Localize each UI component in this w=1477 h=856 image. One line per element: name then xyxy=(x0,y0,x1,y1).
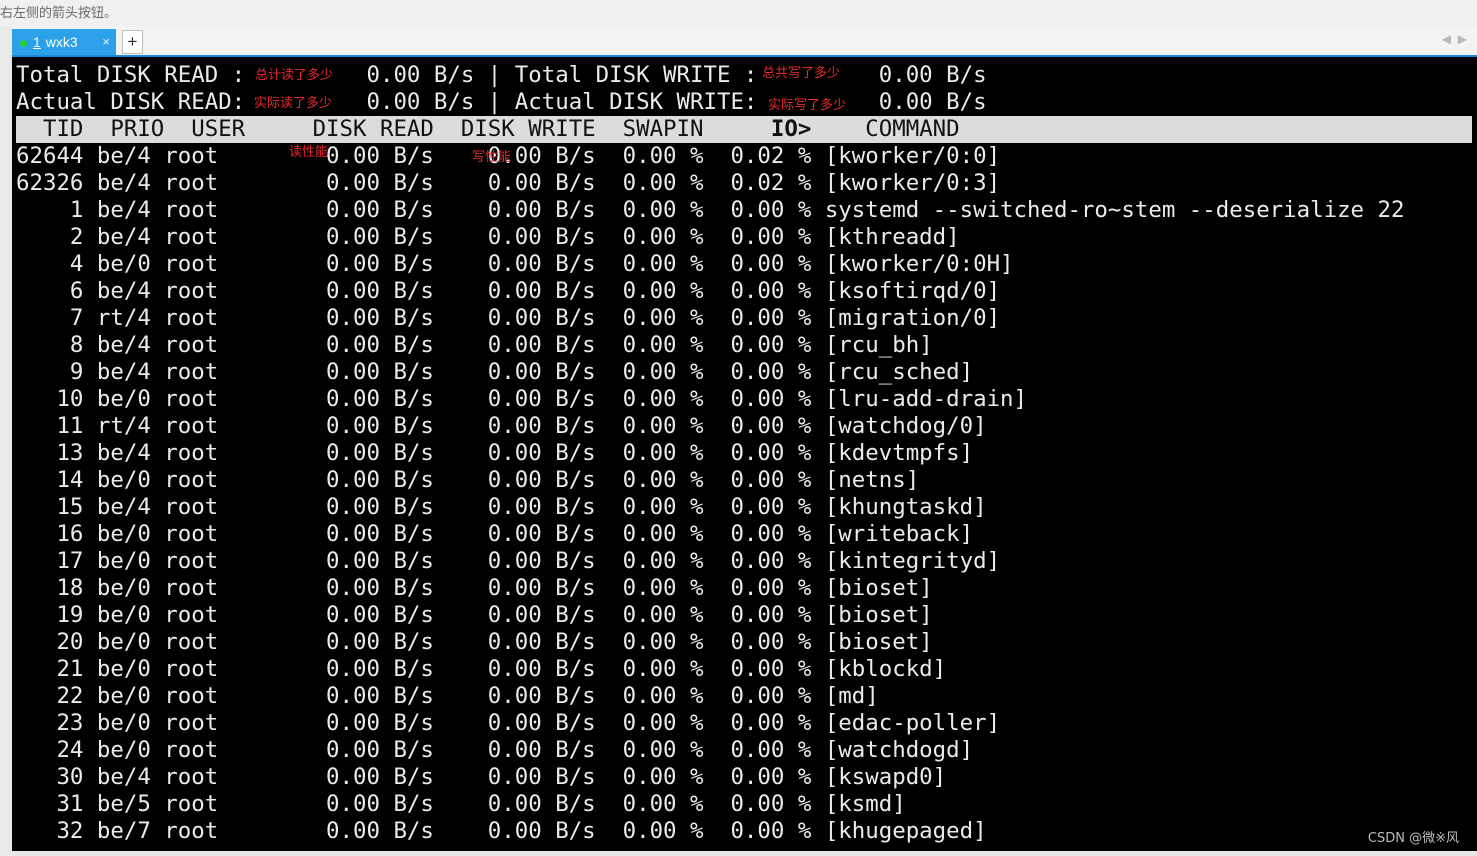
column-header-row: TID PRIO USER DISK READ DISK WRITE SWAPI… xyxy=(16,116,1472,143)
process-row: 18 be/0 root 0.00 B/s 0.00 B/s 0.00 % 0.… xyxy=(16,575,933,601)
column-header-command: COMMAND xyxy=(811,116,960,142)
process-row: 4 be/0 root 0.00 B/s 0.00 B/s 0.00 % 0.0… xyxy=(16,251,1014,277)
annotation-total-write: 总共写了多少 xyxy=(762,66,841,81)
process-row: 31 be/5 root 0.00 B/s 0.00 B/s 0.00 % 0.… xyxy=(16,791,906,817)
annotation-actual-write: 实际写了多少 xyxy=(768,98,847,113)
io-sort-column[interactable]: IO> xyxy=(771,116,811,142)
process-row: 19 be/0 root 0.00 B/s 0.00 B/s 0.00 % 0.… xyxy=(16,602,933,628)
process-row: 17 be/0 root 0.00 B/s 0.00 B/s 0.00 % 0.… xyxy=(16,548,1001,574)
scroll-tabs-left-icon[interactable]: ◀ xyxy=(1442,32,1451,46)
process-row: 10 be/0 root 0.00 B/s 0.00 B/s 0.00 % 0.… xyxy=(16,386,1028,412)
process-row: 23 be/0 root 0.00 B/s 0.00 B/s 0.00 % 0.… xyxy=(16,710,1001,736)
tab-wxk3[interactable]: 1 wxk3 × xyxy=(12,29,116,55)
process-row: 1 be/4 root 0.00 B/s 0.00 B/s 0.00 % 0.0… xyxy=(16,197,1405,223)
add-tab-button[interactable]: + xyxy=(122,30,143,54)
column-header-text: TID PRIO USER DISK READ DISK WRITE SWAPI… xyxy=(16,116,960,143)
process-row: 9 be/4 root 0.00 B/s 0.00 B/s 0.00 % 0.0… xyxy=(16,359,974,385)
process-row: 11 rt/4 root 0.00 B/s 0.00 B/s 0.00 % 0.… xyxy=(16,413,987,439)
process-row: 8 be/4 root 0.00 B/s 0.00 B/s 0.00 % 0.0… xyxy=(16,332,933,358)
tab-number: 1 xyxy=(33,34,41,50)
bottom-edge xyxy=(12,851,1477,856)
close-tab-icon[interactable]: × xyxy=(102,29,110,55)
process-row: 21 be/0 root 0.00 B/s 0.00 B/s 0.00 % 0.… xyxy=(16,656,947,682)
process-row: 6 be/4 root 0.00 B/s 0.00 B/s 0.00 % 0.0… xyxy=(16,278,1001,304)
annotation-write-perf: 写性能 xyxy=(472,150,512,165)
process-row: 14 be/0 root 0.00 B/s 0.00 B/s 0.00 % 0.… xyxy=(16,467,920,493)
process-row: 16 be/0 root 0.00 B/s 0.00 B/s 0.00 % 0.… xyxy=(16,521,974,547)
process-row: 7 rt/4 root 0.00 B/s 0.00 B/s 0.00 % 0.0… xyxy=(16,305,1001,331)
annotation-actual-read: 实际读了多少 xyxy=(254,96,333,111)
session-tab-bar: 1 wxk3 × + ◀ ▶ xyxy=(12,26,1477,57)
process-row: 20 be/0 root 0.00 B/s 0.00 B/s 0.00 % 0.… xyxy=(16,629,933,655)
annotation-total-read: 总计读了多少 xyxy=(255,68,334,83)
scroll-tabs-right-icon[interactable]: ▶ xyxy=(1458,32,1467,46)
process-row: 32 be/7 root 0.00 B/s 0.00 B/s 0.00 % 0.… xyxy=(16,818,987,844)
process-row: 30 be/4 root 0.00 B/s 0.00 B/s 0.00 % 0.… xyxy=(16,764,947,790)
process-row: 62326 be/4 root 0.00 B/s 0.00 B/s 0.00 %… xyxy=(16,170,1001,196)
connected-status-icon xyxy=(20,39,27,47)
process-row: 2 be/4 root 0.00 B/s 0.00 B/s 0.00 % 0.0… xyxy=(16,224,960,250)
top-hint-text: 右左侧的箭头按钮。 xyxy=(0,0,1477,26)
process-row: 15 be/4 root 0.00 B/s 0.00 B/s 0.00 % 0.… xyxy=(16,494,987,520)
csdn-watermark: CSDN @微※风 xyxy=(1367,831,1459,846)
process-row: 24 be/0 root 0.00 B/s 0.00 B/s 0.00 % 0.… xyxy=(16,737,974,763)
process-row: 13 be/4 root 0.00 B/s 0.00 B/s 0.00 % 0.… xyxy=(16,440,974,466)
column-header-left: TID PRIO USER DISK READ DISK WRITE SWAPI… xyxy=(16,116,771,142)
process-row: 22 be/0 root 0.00 B/s 0.00 B/s 0.00 % 0.… xyxy=(16,683,879,709)
tab-label: wxk3 xyxy=(45,34,78,50)
total-disk-summary: Total DISK READ : 0.00 B/s | Total DISK … xyxy=(16,62,987,88)
terminal-output[interactable]: Total DISK READ : 0.00 B/s | Total DISK … xyxy=(12,57,1477,851)
annotation-read-perf: 读性能 xyxy=(289,145,329,160)
